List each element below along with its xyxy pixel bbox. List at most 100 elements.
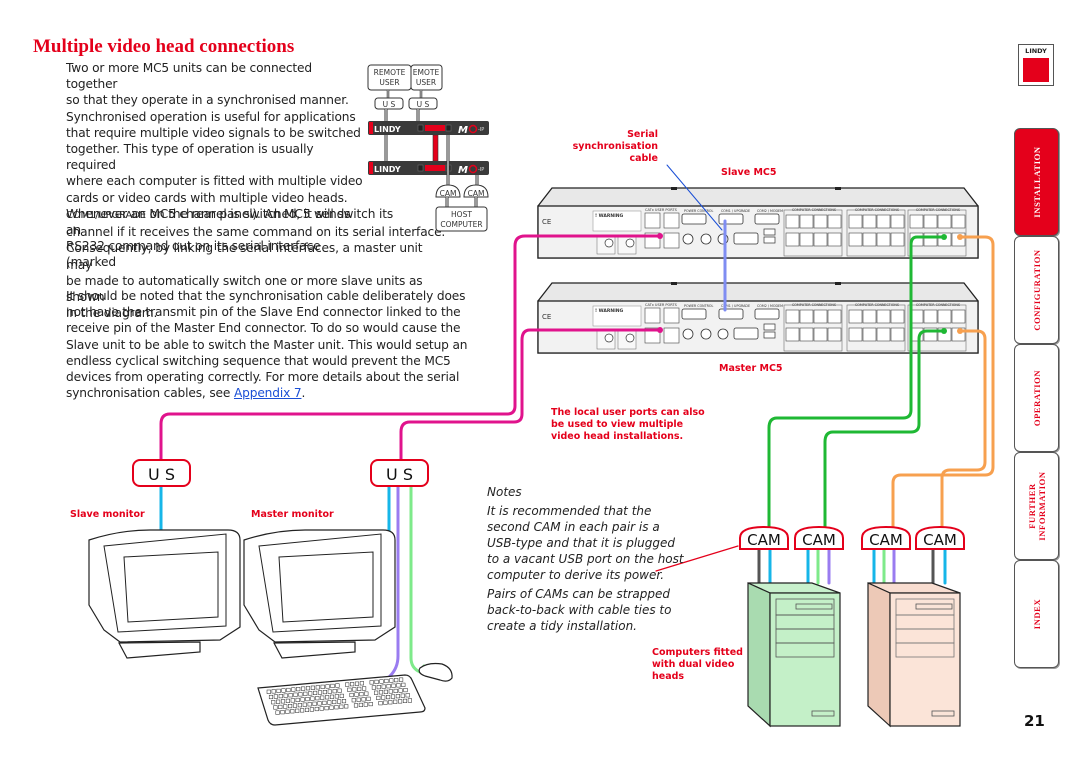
keyboard-key <box>319 706 324 711</box>
computer-tower-green <box>747 582 841 728</box>
keyboard-key <box>341 699 347 704</box>
svg-text:CAM: CAM <box>802 531 836 549</box>
svg-text:CATx USER PORTS: CATx USER PORTS <box>645 208 678 212</box>
tab-further-information[interactable]: FURTHER INFORMATION <box>1014 452 1059 560</box>
keyboard-key <box>332 689 337 694</box>
keyboard-key <box>305 697 310 702</box>
mini-diagram: REMOTE USER EMOTE USER U S U S LINDY M -… <box>367 64 489 232</box>
keyboard-key <box>389 678 394 683</box>
keyboard-key <box>275 710 280 715</box>
keyboard-key <box>322 700 327 705</box>
green-cable-2 <box>823 329 946 529</box>
svg-text:POWER CONTROL: POWER CONTROL <box>684 209 714 213</box>
connection-diagram: REMOTE USER EMOTE USER U S U S LINDY M -… <box>70 64 995 728</box>
svg-text:U S: U S <box>383 100 396 109</box>
slave-mc5-label: Slave MC5 <box>721 167 777 178</box>
svg-text:LINDY: LINDY <box>374 165 401 174</box>
note-line: Pairs of CAMs can be strapped <box>487 587 670 601</box>
keyboard-key <box>354 692 359 697</box>
keyboard-key <box>354 681 360 686</box>
svg-text:COMPUTER CONNECTIONS: COMPUTER CONNECTIONS <box>855 208 899 212</box>
tab-label: CONFIGURATION <box>1031 249 1042 331</box>
tab-configuration[interactable]: CONFIGURATION <box>1014 236 1059 344</box>
keyboard-key <box>290 709 295 714</box>
tab-label: INDEX <box>1031 598 1042 630</box>
keyboard-key <box>268 694 274 700</box>
keyboard-key <box>362 686 367 691</box>
keyboard-key <box>353 703 359 708</box>
computer-towers <box>747 582 961 728</box>
keyboard-key <box>393 688 398 694</box>
keyboard-key <box>300 697 305 702</box>
keyboard-key <box>302 702 307 707</box>
keyboard-key <box>398 688 403 693</box>
keyboard-key <box>293 692 298 697</box>
keyboard-key <box>280 699 286 704</box>
keyboard-key <box>391 683 396 688</box>
master-monitor-label: Master monitor <box>251 509 334 520</box>
keyboard-key <box>329 705 334 710</box>
keyboard-key <box>378 690 384 695</box>
keyboard-key <box>364 691 369 696</box>
keyboard-key <box>278 704 283 710</box>
keyboard-key <box>310 685 315 690</box>
keyboard-key <box>386 684 391 689</box>
keyboard-key <box>325 695 330 700</box>
notes-heading: Notes <box>487 485 522 499</box>
svg-text:! WARNING: ! WARNING <box>595 308 624 314</box>
us-module-label: U S <box>148 465 175 484</box>
note-line: USB-type and that it is plugged <box>487 536 675 550</box>
keyboard-key <box>283 704 288 709</box>
keyboard-key <box>266 689 271 694</box>
keyboard-key <box>379 679 384 684</box>
us-module-label: U S <box>386 465 413 484</box>
svg-text:CAM: CAM <box>869 531 903 549</box>
keyboard-key <box>400 693 405 698</box>
keyboard-key <box>281 688 286 693</box>
keyboard-key <box>317 701 322 706</box>
keyboard-key <box>301 686 306 691</box>
svg-text:M: M <box>458 125 468 136</box>
keyboard-key <box>327 689 332 694</box>
keyboard-key <box>304 707 310 712</box>
tab-operation[interactable]: OPERATION <box>1014 344 1059 452</box>
keyboard-key <box>286 687 291 693</box>
keyboard-key <box>386 695 391 700</box>
svg-text:-IP: -IP <box>478 127 484 133</box>
remote-user-label: EMOTE <box>413 68 440 77</box>
tab-installation[interactable]: INSTALLATION <box>1014 128 1059 236</box>
local-user-note: video head installations. <box>551 431 683 442</box>
keyboard-key <box>356 697 361 702</box>
keyboard-key <box>315 685 320 690</box>
svg-text:CE: CE <box>542 313 551 321</box>
svg-text:CATx USER PORTS: CATx USER PORTS <box>645 303 678 307</box>
keyboard-key <box>325 684 330 689</box>
svg-text:CAM: CAM <box>747 531 781 549</box>
keyboard-key <box>368 702 373 707</box>
cam-modules: CAM CAM CAM CAM <box>739 525 965 550</box>
svg-text:COMPUTER CONNECTIONS: COMPUTER CONNECTIONS <box>916 303 960 307</box>
svg-text:! WARNING: ! WARNING <box>595 213 624 219</box>
svg-text:COMPUTER: COMPUTER <box>440 220 482 229</box>
master-mc5-label: Master MC5 <box>719 363 783 374</box>
tab-index[interactable]: INDEX <box>1014 560 1059 668</box>
svg-text:M: M <box>458 165 468 176</box>
svg-text:LINDY: LINDY <box>374 125 401 134</box>
keyboard-key <box>330 683 335 689</box>
keyboard-key <box>312 701 317 706</box>
tab-label: INSTALLATION <box>1031 146 1042 218</box>
keyboard-key <box>374 679 379 684</box>
keyboard-key <box>381 695 386 700</box>
serial-cable-label: synchronisation <box>573 141 659 152</box>
keyboard-key <box>339 704 344 709</box>
keyboard-key <box>394 678 399 683</box>
keyboard-key <box>359 681 364 686</box>
keyboard-key <box>320 695 325 700</box>
svg-text:COM2 / MODEM: COM2 / MODEM <box>757 304 783 308</box>
keyboard-key <box>291 687 296 692</box>
keyboard-key <box>345 682 350 687</box>
keyboard-key <box>303 691 308 696</box>
keyboard-key <box>295 697 300 703</box>
logo-red-square <box>1023 58 1049 82</box>
keyboard-key <box>396 683 401 688</box>
